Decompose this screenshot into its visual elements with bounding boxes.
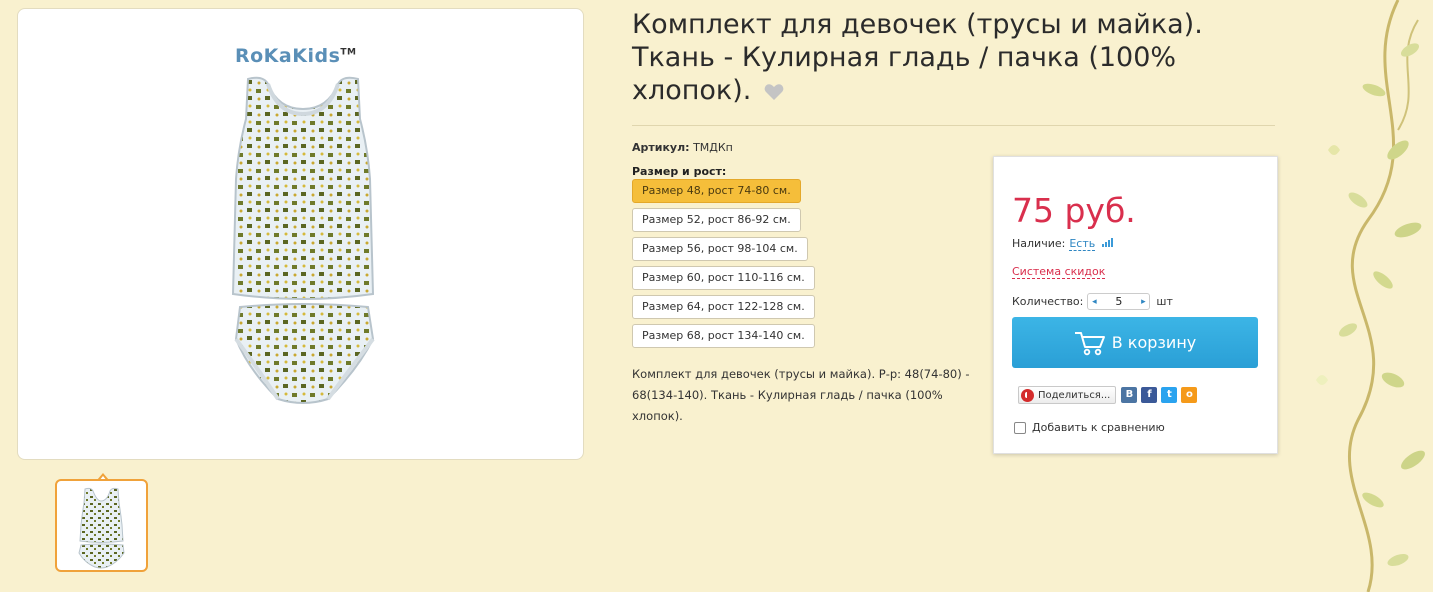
availability-value[interactable]: Есть <box>1069 237 1096 251</box>
product-description: Комплект для девочек (трусы и майка). Р-… <box>632 367 970 423</box>
size-option-48[interactable]: Размер 48, рост 74-80 см. <box>632 179 801 203</box>
thumbnail-image <box>78 487 125 569</box>
size-option-64[interactable]: Размер 64, рост 122-128 см. <box>632 295 815 319</box>
availability: Наличие: Есть <box>1012 237 1114 251</box>
decrease-arrow-icon[interactable]: ◂ <box>1088 297 1100 307</box>
vk-icon[interactable]: В <box>1121 387 1138 403</box>
twitter-icon[interactable]: t <box>1161 387 1178 403</box>
odnoklassniki-icon[interactable]: о <box>1181 387 1198 403</box>
facebook-icon[interactable]: f <box>1141 387 1158 403</box>
cart-icon <box>1074 331 1105 355</box>
product-title: Комплект для девочек (трусы и майка). Тк… <box>632 9 1203 106</box>
quantity-input[interactable] <box>1100 295 1138 308</box>
availability-label: Наличие: <box>1012 237 1066 250</box>
compare-label: Добавить к сравнению <box>1032 421 1165 434</box>
discount-system-link[interactable]: Система скидок <box>1012 265 1106 279</box>
product-image-panel: RoKaKidsTM <box>17 8 584 460</box>
size-option-52[interactable]: Размер 52, рост 86-92 см. <box>632 208 801 232</box>
heart-icon[interactable] <box>764 83 784 101</box>
sku: Артикул: ТМДКп <box>632 141 733 154</box>
share-icon <box>1021 388 1034 402</box>
price: 75 руб. <box>1012 191 1136 230</box>
product-main-image[interactable] <box>218 39 388 419</box>
size-option-60[interactable]: Размер 60, рост 110-116 см. <box>632 266 815 290</box>
compare-checkbox-row[interactable]: Добавить к сравнению <box>1014 421 1165 434</box>
quantity-row: Количество: ◂ ▸ шт <box>1012 293 1173 310</box>
purchase-panel: 75 руб. Наличие: Есть Система скидок Коли… <box>993 156 1278 454</box>
share-button[interactable]: Поделиться... <box>1018 386 1117 404</box>
checkbox-icon[interactable] <box>1014 421 1026 434</box>
quantity-unit: шт <box>1156 295 1173 308</box>
quantity-label: Количество: <box>1012 295 1084 308</box>
add-to-cart-button[interactable]: В корзину <box>1012 317 1258 368</box>
size-option-56[interactable]: Размер 56, рост 98-104 см. <box>632 237 808 261</box>
share-label: Поделиться... <box>1038 389 1111 401</box>
share-row: Поделиться... В f t о <box>1018 386 1201 404</box>
floral-decoration <box>1298 0 1433 592</box>
size-label: Размер и рост: <box>632 165 727 178</box>
increase-arrow-icon[interactable]: ▸ <box>1137 297 1149 307</box>
add-to-cart-label: В корзину <box>1111 333 1197 352</box>
title-divider <box>632 125 1275 126</box>
product-thumbnail[interactable] <box>55 479 148 572</box>
quantity-stepper: ◂ ▸ <box>1087 293 1151 310</box>
size-option-68[interactable]: Размер 68, рост 134-140 см. <box>632 324 815 348</box>
signal-icon <box>1101 237 1114 250</box>
size-options: Размер 48, рост 74-80 см. Размер 52, рос… <box>632 179 815 353</box>
